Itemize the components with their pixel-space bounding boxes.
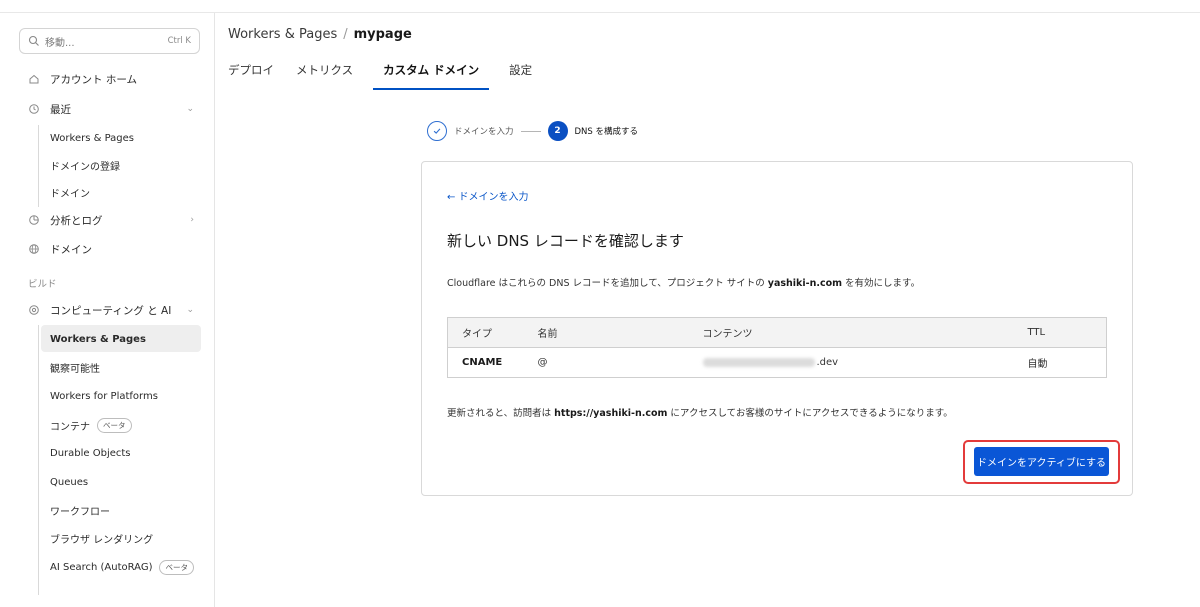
tab-metrics[interactable]: メトリクス <box>296 56 353 90</box>
cell-ttl: 自動 <box>1027 359 1048 370</box>
back-link[interactable]: ← ドメインを入力 <box>447 188 529 203</box>
content-suffix: .dev <box>816 357 839 368</box>
table-row: CNAME @ .dev 自動 <box>448 348 1107 378</box>
sidebar-item-durable-objects[interactable]: Durable Objects <box>50 442 131 464</box>
search-icon <box>28 35 39 46</box>
sidebar-item-workers-pages-recent[interactable]: Workers & Pages <box>50 127 134 149</box>
sidebar-item-browser-rendering[interactable]: ブラウザ レンダリング <box>50 527 153 549</box>
step2-label: DNS を構成する <box>574 127 639 137</box>
sidebar-item-compute-ai[interactable]: コンピューティング と AI ⌄ <box>28 299 200 321</box>
sidebar-item-label: アカウント ホーム <box>50 73 138 86</box>
sidebar-item-workers-for-platforms[interactable]: Workers for Platforms <box>50 385 158 407</box>
desc-suffix: を有効にします。 <box>842 278 921 289</box>
chevron-right-icon: › <box>190 215 194 225</box>
stepper: ドメインを入力 2 DNS を構成する <box>427 121 645 141</box>
cell-type: CNAME <box>462 357 503 368</box>
card-description: Cloudflare はこれらの DNS レコードを追加して、プロジェクト サイ… <box>447 275 920 289</box>
card-title: 新しい DNS レコードを確認します <box>447 232 684 250</box>
divider <box>38 325 39 595</box>
step1-label: ドメインを入力 <box>454 127 514 137</box>
compute-icon <box>28 304 40 316</box>
desc-prefix: Cloudflare はこれらの DNS レコードを追加して、プロジェクト サイ… <box>447 278 768 289</box>
search-shortcut: Ctrl K <box>167 36 191 46</box>
note-suffix: にアクセスしてお客様のサイトにアクセスできるようになります。 <box>667 408 953 419</box>
check-icon <box>427 121 447 141</box>
clock-icon <box>28 103 40 115</box>
sidebar-item-label: コンテナ <box>50 421 90 433</box>
chart-icon <box>28 214 40 226</box>
tab-custom-domains[interactable]: カスタム ドメイン <box>373 56 490 90</box>
breadcrumb-current: mypage <box>353 27 412 42</box>
tab-settings[interactable]: 設定 <box>509 56 532 90</box>
sidebar-item-label: コンピューティング と AI <box>50 304 172 317</box>
group-label-build: ビルド <box>28 279 57 290</box>
cell-name: @ <box>537 357 548 368</box>
sidebar-item-domain-registration[interactable]: ドメインの登録 <box>50 154 120 176</box>
globe-icon <box>28 243 40 255</box>
beta-badge: ベータ <box>97 417 132 433</box>
dns-review-card: ← ドメインを入力 新しい DNS レコードを確認します Cloudflare … <box>421 161 1133 496</box>
activate-domain-button[interactable]: ドメインをアクティブにする <box>974 447 1109 476</box>
sidebar-item-domains-recent[interactable]: ドメイン <box>50 181 90 203</box>
sidebar-item-label: 最近 <box>50 103 71 116</box>
chevron-down-icon: ⌄ <box>186 104 194 114</box>
breadcrumb-parent[interactable]: Workers & Pages <box>228 27 337 42</box>
tab-bar: デプロイ メトリクス カスタム ドメイン 設定 <box>228 56 554 90</box>
step-connector <box>520 130 541 132</box>
sidebar-item-label: AI Search (AutoRAG) <box>50 561 153 573</box>
sidebar-item-queues[interactable]: Queues <box>50 471 88 493</box>
note-prefix: 更新されると、訪問者は <box>447 408 555 419</box>
table-header-row: タイプ 名前 コンテンツ TTL <box>447 317 1107 348</box>
col-content: コンテンツ <box>688 317 1014 348</box>
sidebar-item-label: ドメイン <box>50 243 92 256</box>
breadcrumb-separator: / <box>343 27 348 42</box>
sidebar-item-label: 分析とログ <box>50 214 103 227</box>
col-ttl: TTL <box>1013 317 1107 348</box>
redacted-content <box>702 357 815 367</box>
note-url: https://yashiki-n.com <box>554 408 668 419</box>
sidebar-item-domains[interactable]: ドメイン <box>28 238 200 260</box>
sidebar-item-containers[interactable]: コンテナ ベータ <box>50 414 132 436</box>
divider <box>38 125 39 207</box>
search-input[interactable]: 移動... Ctrl K <box>19 28 200 54</box>
sidebar-item-analytics[interactable]: 分析とログ › <box>28 209 200 231</box>
desc-domain: yashiki-n.com <box>767 278 843 289</box>
sidebar-item-workflows[interactable]: ワークフロー <box>50 499 110 521</box>
sidebar-item-ai-search[interactable]: AI Search (AutoRAG) ベータ <box>50 556 194 578</box>
sidebar-item-account-home[interactable]: アカウント ホーム <box>28 68 200 90</box>
beta-badge: ベータ <box>159 559 194 575</box>
dns-records-table: タイプ 名前 コンテンツ TTL CNAME @ .dev 自動 <box>447 317 1107 378</box>
cell-content: .dev <box>689 348 1014 378</box>
sidebar: 移動... Ctrl K アカウント ホーム 最近 ⌄ Workers & Pa… <box>0 13 215 607</box>
search-placeholder: 移動... <box>45 37 75 49</box>
breadcrumb: Workers & Pages / mypage <box>228 27 412 42</box>
col-type: タイプ <box>447 317 524 348</box>
col-name: 名前 <box>523 317 689 348</box>
sidebar-item-workers-pages[interactable]: Workers & Pages <box>50 328 146 350</box>
sidebar-item-recent[interactable]: 最近 ⌄ <box>28 98 200 120</box>
home-icon <box>28 73 40 85</box>
step2-number: 2 <box>547 121 568 141</box>
card-note: 更新されると、訪問者は https://yashiki-n.com にアクセスし… <box>447 405 953 419</box>
sidebar-item-observability[interactable]: 観察可能性 <box>50 356 100 378</box>
chevron-down-icon: ⌄ <box>186 305 194 315</box>
tab-deploy[interactable]: デプロイ <box>228 56 274 90</box>
